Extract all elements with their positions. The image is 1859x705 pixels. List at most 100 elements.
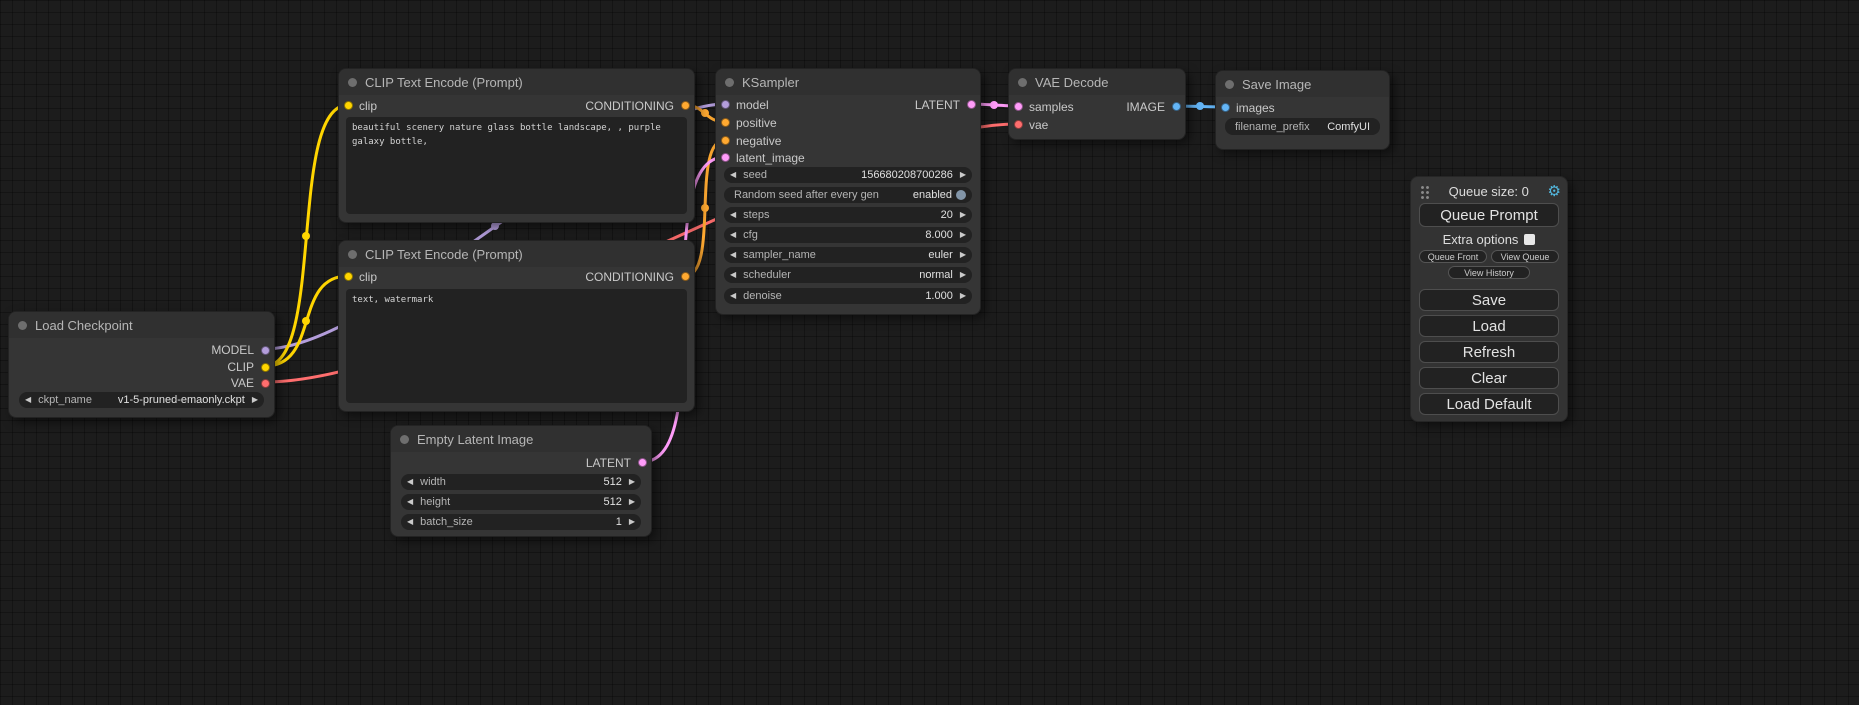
output-port-clip[interactable] [261,363,270,372]
queue-prompt-button[interactable]: Queue Prompt [1419,203,1559,227]
extra-options-label: Extra options [1443,232,1519,247]
output-port-latent[interactable] [967,100,976,109]
node-title: Empty Latent Image [417,432,533,447]
sampler-name-widget[interactable]: ◀ sampler_name euler ▶ [724,247,972,263]
height-widget[interactable]: ◀ height 512 ▶ [401,494,641,510]
collapse-dot[interactable] [725,78,734,87]
load-button[interactable]: Load [1419,315,1559,337]
link-clip-negative [265,276,348,366]
random-seed-toggle[interactable]: Random seed after every gen enabled [724,187,972,203]
cfg-widget[interactable]: ◀ cfg 8.000 ▶ [724,227,972,243]
node-titlebar[interactable]: Save Image [1216,71,1389,97]
filename-prefix-widget[interactable]: filename_prefix ComfyUI [1225,118,1380,135]
node-vae-decode[interactable]: VAE Decode samples vae IMAGE [1008,68,1186,140]
increment-icon[interactable]: ▶ [960,171,966,179]
refresh-button[interactable]: Refresh [1419,341,1559,363]
increment-icon[interactable]: ▶ [960,271,966,279]
decrement-icon[interactable]: ◀ [730,171,736,179]
decrement-icon[interactable]: ◀ [407,498,413,506]
decrement-icon[interactable]: ◀ [407,518,413,526]
view-queue-button[interactable]: View Queue [1491,250,1559,263]
increment-icon[interactable]: ▶ [629,518,635,526]
output-slot-conditioning: CONDITIONING [585,270,674,284]
decrement-icon[interactable]: ◀ [25,396,31,404]
output-port-image[interactable] [1172,102,1181,111]
node-titlebar[interactable]: CLIP Text Encode (Prompt) [339,69,694,95]
node-ksampler[interactable]: KSampler model positive negative latent_… [715,68,981,315]
input-port-vae[interactable] [1014,120,1023,129]
node-clip-text-encode-positive[interactable]: CLIP Text Encode (Prompt) clip CONDITION… [338,68,695,223]
toggle-dot-icon[interactable] [956,190,966,200]
input-port-clip[interactable] [344,272,353,281]
input-port-images[interactable] [1221,103,1230,112]
collapse-dot[interactable] [1225,80,1234,89]
decrement-icon[interactable]: ◀ [407,478,413,486]
collapse-dot[interactable] [348,78,357,87]
node-titlebar[interactable]: VAE Decode [1009,69,1185,95]
view-history-button[interactable]: View History [1448,266,1530,279]
input-port-samples[interactable] [1014,102,1023,111]
widget-name: height [420,496,450,508]
queue-front-button[interactable]: Queue Front [1419,250,1487,263]
seed-widget[interactable]: ◀ seed 156680208700286 ▶ [724,167,972,183]
prompt-textarea[interactable]: text, watermark [346,289,687,403]
node-empty-latent-image[interactable]: Empty Latent Image LATENT ◀ width 512 ▶ … [390,425,652,537]
node-clip-text-encode-negative[interactable]: CLIP Text Encode (Prompt) clip CONDITION… [338,240,695,412]
output-port-conditioning[interactable] [681,101,690,110]
node-graph-canvas[interactable]: Load Checkpoint MODEL CLIP VAE ◀ ckpt_na… [0,0,1859,705]
decrement-icon[interactable]: ◀ [730,292,736,300]
increment-icon[interactable]: ▶ [960,211,966,219]
link-dot [701,204,709,212]
drag-handle-icon[interactable] [1419,184,1430,199]
increment-icon[interactable]: ▶ [252,396,258,404]
decrement-icon[interactable]: ◀ [730,251,736,259]
output-port-latent[interactable] [638,458,647,467]
node-titlebar[interactable]: Load Checkpoint [9,312,274,338]
output-port-conditioning[interactable] [681,272,690,281]
input-slot-vae: vae [1029,118,1048,132]
increment-icon[interactable]: ▶ [960,231,966,239]
ckpt-name-widget[interactable]: ◀ ckpt_name v1-5-pruned-emaonly.ckpt ▶ [19,392,264,408]
decrement-icon[interactable]: ◀ [730,211,736,219]
input-port-positive[interactable] [721,118,730,127]
node-titlebar[interactable]: CLIP Text Encode (Prompt) [339,241,694,267]
increment-icon[interactable]: ▶ [960,292,966,300]
increment-icon[interactable]: ▶ [960,251,966,259]
batch-size-widget[interactable]: ◀ batch_size 1 ▶ [401,514,641,530]
queue-panel-header: Queue size: 0 ⚙ [1419,183,1561,199]
decrement-icon[interactable]: ◀ [730,231,736,239]
increment-icon[interactable]: ▶ [629,498,635,506]
node-titlebar[interactable]: KSampler [716,69,980,95]
load-default-button[interactable]: Load Default [1419,393,1559,415]
save-button[interactable]: Save [1419,289,1559,311]
prompt-textarea[interactable]: beautiful scenery nature glass bottle la… [346,117,687,214]
collapse-dot[interactable] [18,321,27,330]
scheduler-widget[interactable]: ◀ scheduler normal ▶ [724,267,972,283]
collapse-dot[interactable] [400,435,409,444]
input-port-negative[interactable] [721,136,730,145]
extra-options-checkbox[interactable] [1524,234,1535,245]
input-port-model[interactable] [721,100,730,109]
extra-options-row: Extra options [1411,232,1567,246]
input-port-latent-image[interactable] [721,153,730,162]
widget-name: width [420,476,446,488]
widget-value: 1.000 [925,290,953,302]
clear-button[interactable]: Clear [1419,367,1559,389]
settings-gear-icon[interactable]: ⚙ [1548,184,1561,199]
collapse-dot[interactable] [348,250,357,259]
width-widget[interactable]: ◀ width 512 ▶ [401,474,641,490]
output-port-model[interactable] [261,346,270,355]
collapse-dot[interactable] [1018,78,1027,87]
denoise-widget[interactable]: ◀ denoise 1.000 ▶ [724,288,972,304]
output-slot-latent: LATENT [915,98,960,112]
input-port-clip[interactable] [344,101,353,110]
link-dot [990,101,998,109]
increment-icon[interactable]: ▶ [629,478,635,486]
node-save-image[interactable]: Save Image images filename_prefix ComfyU… [1215,70,1390,150]
input-slot-negative: negative [736,134,781,148]
steps-widget[interactable]: ◀ steps 20 ▶ [724,207,972,223]
decrement-icon[interactable]: ◀ [730,271,736,279]
node-titlebar[interactable]: Empty Latent Image [391,426,651,452]
node-load-checkpoint[interactable]: Load Checkpoint MODEL CLIP VAE ◀ ckpt_na… [8,311,275,418]
output-port-vae[interactable] [261,379,270,388]
